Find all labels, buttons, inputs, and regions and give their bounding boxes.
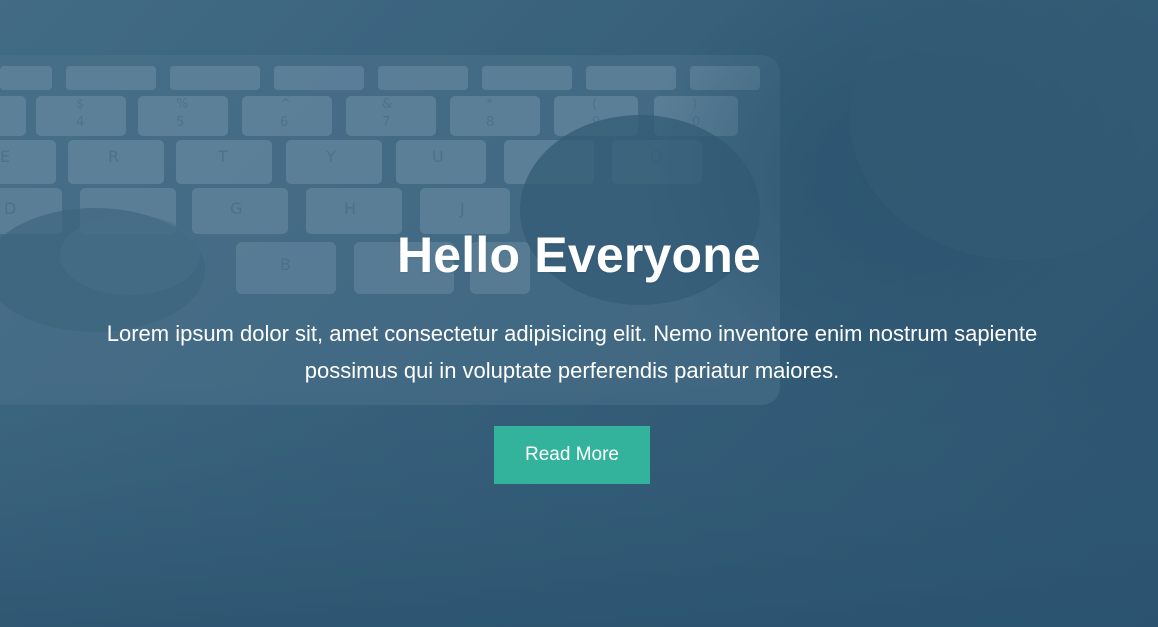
hero-subtitle: Lorem ipsum dolor sit, amet consectetur … [106,321,1038,383]
read-more-button[interactable]: Read More [494,426,650,484]
hero-title: Hello Everyone [396,227,762,283]
hero-section: R T Y U G H J B D E O $4 %5 ^6 &7 *8 (9 … [0,0,1158,627]
hero-content: Hello Everyone Lorem ipsum dolor sit, am… [0,0,1158,627]
